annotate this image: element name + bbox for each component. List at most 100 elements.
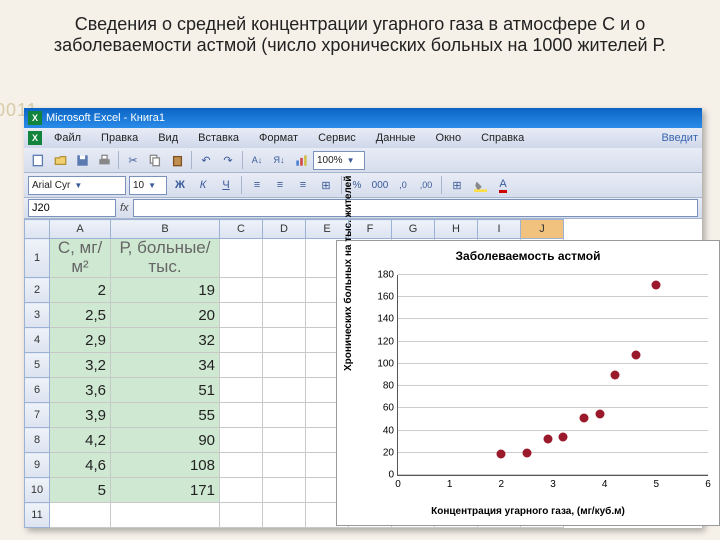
cell[interactable]: 19 (111, 278, 220, 303)
save-icon[interactable] (72, 150, 92, 170)
cell[interactable]: 3,2 (50, 353, 111, 378)
print-icon[interactable] (94, 150, 114, 170)
row-header[interactable]: 1 (25, 239, 50, 278)
cell[interactable]: 5 (50, 478, 111, 503)
row-header[interactable]: 4 (25, 328, 50, 353)
menu-сервис[interactable]: Сервис (318, 132, 356, 144)
data-point (497, 449, 506, 458)
decrease-decimal-icon[interactable]: ,00 (416, 175, 436, 195)
data-point (543, 435, 552, 444)
cell[interactable]: 55 (111, 403, 220, 428)
cell[interactable]: 90 (111, 428, 220, 453)
excel-doc-icon: X (28, 131, 42, 145)
menu-bar: X Файл Правка Вид Вставка Формат Сервис Данные… (24, 128, 702, 148)
slide-title: Сведения о средней концентрации угарного… (0, 0, 720, 64)
menu-справка[interactable]: Справка (481, 132, 524, 144)
row-header[interactable]: 3 (25, 303, 50, 328)
redo-icon[interactable]: ↷ (218, 150, 238, 170)
cell[interactable]: 3,9 (50, 403, 111, 428)
cut-icon[interactable]: ✂ (123, 150, 143, 170)
row-header[interactable]: 8 (25, 428, 50, 453)
col-header-H[interactable]: H (435, 220, 478, 239)
data-point (595, 409, 604, 418)
bold-button[interactable]: Ж (170, 175, 190, 195)
window-title: Microsoft Excel - Книга1 (46, 112, 165, 124)
chart-wizard-icon[interactable] (291, 150, 311, 170)
cell[interactable]: 2,5 (50, 303, 111, 328)
row-header[interactable]: 10 (25, 478, 50, 503)
row-header[interactable]: 6 (25, 378, 50, 403)
font-size-combo[interactable]: 10▼ (129, 176, 167, 195)
format-toolbar: Arial Cyr▼ 10▼ Ж К Ч ≡ ≡ ≡ ⊞ % 000 ,0 ,0… (24, 173, 702, 198)
borders-icon[interactable]: ⊞ (447, 175, 467, 195)
cell[interactable]: 4,2 (50, 428, 111, 453)
x-axis-label: Концентрация угарного газа, (мг/куб.м) (337, 506, 719, 517)
menu-данные[interactable]: Данные (376, 132, 416, 144)
col-header-F[interactable]: F (349, 220, 392, 239)
col-header-C[interactable]: C (220, 220, 263, 239)
embedded-chart[interactable]: Заболеваемость астмой Хронических больны… (336, 240, 720, 526)
align-left-icon[interactable]: ≡ (247, 175, 267, 195)
sort-asc-icon[interactable]: A↓ (247, 150, 267, 170)
cell[interactable]: 2 (50, 278, 111, 303)
undo-icon[interactable]: ↶ (196, 150, 216, 170)
col-header-G[interactable]: G (392, 220, 435, 239)
cell[interactable]: 32 (111, 328, 220, 353)
menu-вид[interactable]: Вид (158, 132, 178, 144)
cell[interactable]: 171 (111, 478, 220, 503)
merge-icon[interactable]: ⊞ (316, 175, 336, 195)
title-bar: X Microsoft Excel - Книга1 (24, 108, 702, 128)
cell[interactable]: 20 (111, 303, 220, 328)
excel-logo-icon: X (28, 111, 42, 125)
open-icon[interactable] (50, 150, 70, 170)
cell-A1[interactable]: С, мг/м² (50, 239, 111, 278)
col-header-I[interactable]: I (478, 220, 521, 239)
cell-B1[interactable]: Р, больные/тыс. (111, 239, 220, 278)
formula-bar: J20 fx (24, 198, 702, 219)
italic-button[interactable]: К (193, 175, 213, 195)
comma-icon[interactable]: 000 (370, 175, 390, 195)
menu-файл[interactable]: Файл (54, 132, 81, 144)
cell[interactable]: 51 (111, 378, 220, 403)
menu-формат[interactable]: Формат (259, 132, 298, 144)
menu-окно[interactable]: Окно (436, 132, 462, 144)
cell[interactable]: 2,9 (50, 328, 111, 353)
name-box[interactable]: J20 (28, 199, 116, 217)
align-right-icon[interactable]: ≡ (293, 175, 313, 195)
font-color-icon[interactable]: A (493, 175, 513, 195)
formula-input[interactable] (133, 199, 698, 217)
cell[interactable]: 34 (111, 353, 220, 378)
row-header[interactable]: 5 (25, 353, 50, 378)
data-point (631, 351, 640, 360)
zoom-combo[interactable]: 100%▼ (313, 151, 365, 170)
col-header-D[interactable]: D (263, 220, 306, 239)
font-combo[interactable]: Arial Cyr▼ (28, 176, 126, 195)
chart-title: Заболеваемость астмой (337, 249, 719, 263)
sort-desc-icon[interactable]: Я↓ (269, 150, 289, 170)
copy-icon[interactable] (145, 150, 165, 170)
cell[interactable]: 108 (111, 453, 220, 478)
menu-правка[interactable]: Правка (101, 132, 138, 144)
y-axis-label: Хронических больных на тыс. жителей (343, 176, 354, 371)
excel-window: X Microsoft Excel - Книга1 X Файл Правка В… (24, 108, 702, 528)
standard-toolbar: ✂ ↶ ↷ A↓ Я↓ 100%▼ (24, 148, 702, 173)
menu-вставка[interactable]: Вставка (198, 132, 239, 144)
data-point (523, 448, 532, 457)
paste-icon[interactable] (167, 150, 187, 170)
fx-icon[interactable]: fx (120, 202, 129, 214)
col-header-A[interactable]: A (50, 220, 111, 239)
row-header[interactable]: 7 (25, 403, 50, 428)
data-point (652, 281, 661, 290)
col-header-B[interactable]: B (111, 220, 220, 239)
underline-button[interactable]: Ч (216, 175, 236, 195)
fill-color-icon[interactable] (470, 175, 490, 195)
col-header-J[interactable]: J (521, 220, 564, 239)
row-header[interactable]: 2 (25, 278, 50, 303)
row-header[interactable]: 9 (25, 453, 50, 478)
cell[interactable]: 4,6 (50, 453, 111, 478)
new-icon[interactable] (28, 150, 48, 170)
align-center-icon[interactable]: ≡ (270, 175, 290, 195)
increase-decimal-icon[interactable]: ,0 (393, 175, 413, 195)
data-point (559, 433, 568, 442)
cell[interactable]: 3,6 (50, 378, 111, 403)
